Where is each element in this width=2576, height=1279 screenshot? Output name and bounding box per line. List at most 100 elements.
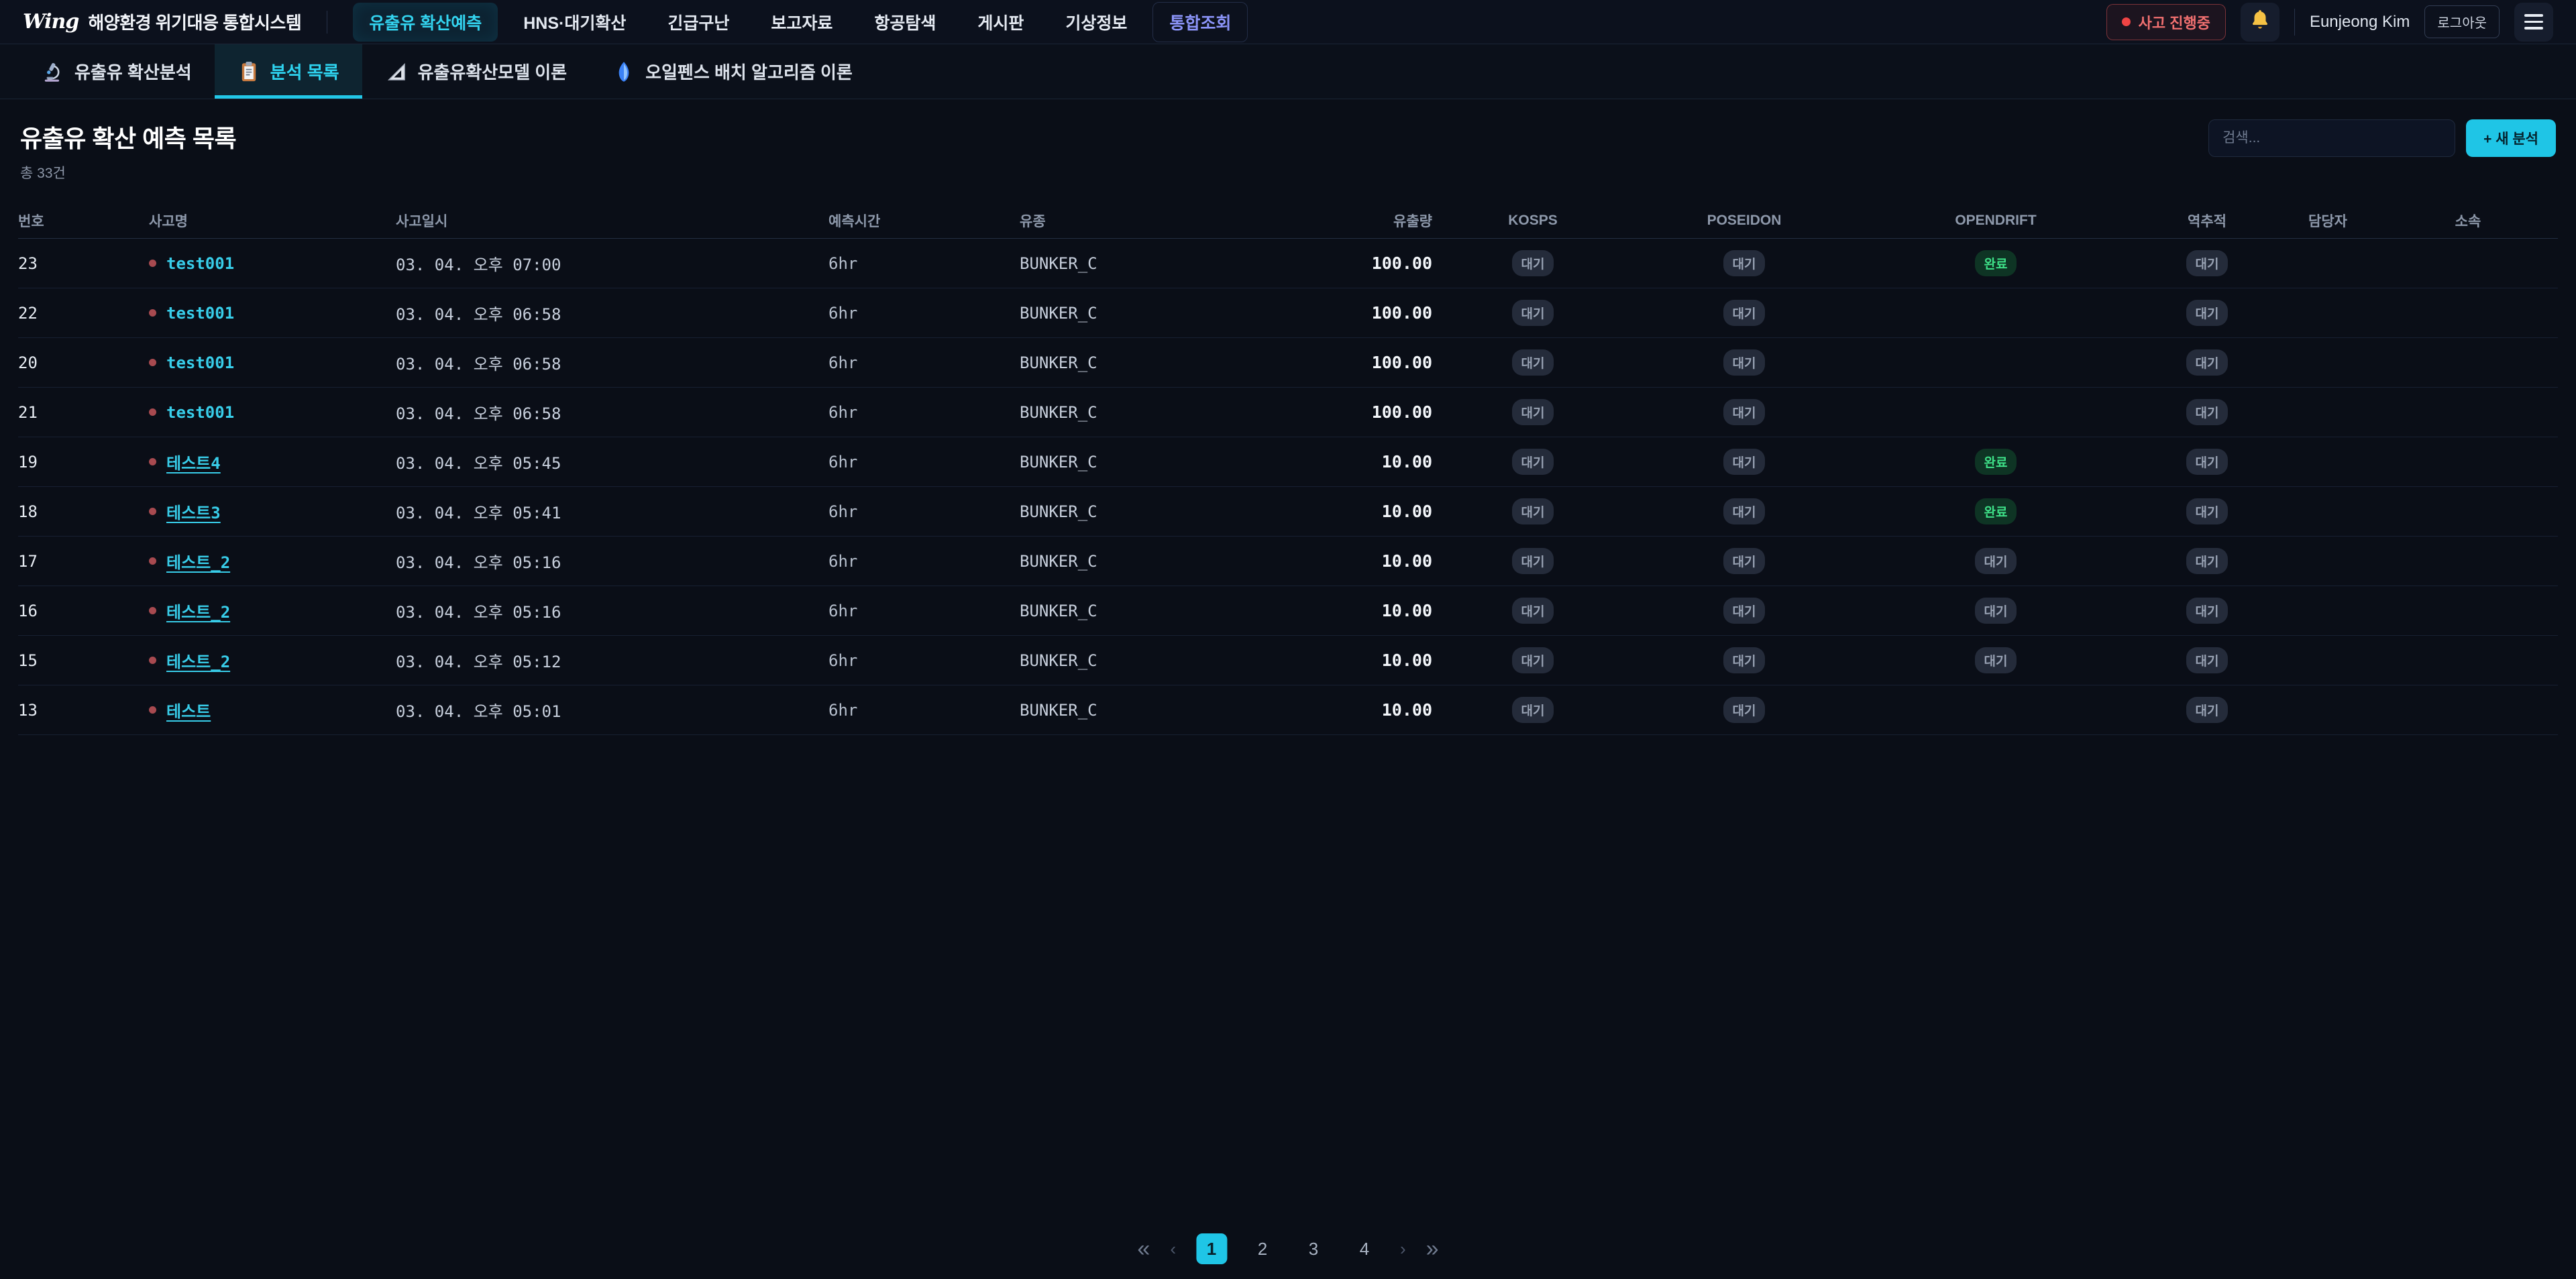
incident-name-link[interactable]: 테스트 — [166, 698, 211, 722]
forecast-duration: 6hr — [828, 353, 1020, 372]
status-badge-poseidon: 대기 — [1723, 300, 1766, 326]
status-badge-kosps: 대기 — [1512, 250, 1554, 276]
incident-datetime: 03. 04. 오후 06:58 — [396, 400, 828, 424]
nav-item-7[interactable]: 통합조회 — [1152, 2, 1248, 42]
tab-1[interactable]: 분석 목록 — [215, 44, 362, 99]
cell-kosps: 대기 — [1432, 498, 1633, 524]
status-badge-backtrack: 대기 — [2186, 647, 2229, 673]
table-row: 16테스트_203. 04. 오후 05:166hrBUNKER_C10.00대… — [18, 586, 2558, 636]
nav-item-4[interactable]: 항공탐색 — [858, 3, 952, 42]
incident-datetime: 03. 04. 오후 05:12 — [396, 649, 828, 672]
cell-backtrack: 대기 — [2137, 349, 2277, 376]
status-badge-backtrack: 대기 — [2186, 548, 2229, 574]
cell-incident-name: 테스트3 — [149, 500, 396, 523]
page-number-1[interactable]: 1 — [1196, 1233, 1227, 1264]
cell-incident-name: test001 — [149, 403, 396, 422]
cell-kosps: 대기 — [1432, 300, 1633, 326]
app-logo: Wing 해양환경 위기대응 통합시스템 — [23, 9, 301, 34]
status-badge-backtrack: 대기 — [2186, 399, 2229, 425]
incident-name-link[interactable]: 테스트_2 — [166, 599, 230, 622]
nav-item-0[interactable]: 유출유 확산예측 — [353, 3, 498, 42]
incident-name-link[interactable]: test001 — [166, 304, 234, 323]
nav-item-6[interactable]: 기상정보 — [1049, 3, 1143, 42]
new-analysis-button[interactable]: + 새 분석 — [2466, 119, 2556, 157]
row-number: 19 — [18, 453, 149, 471]
forecast-duration: 6hr — [828, 502, 1020, 521]
status-badge-opendrift: 대기 — [1975, 647, 2017, 673]
incident-dot-icon — [149, 557, 156, 565]
forecast-duration: 6hr — [828, 602, 1020, 620]
status-badge-poseidon: 대기 — [1723, 647, 1766, 673]
menu-button[interactable] — [2514, 3, 2553, 42]
nav-item-2[interactable]: 긴급구난 — [651, 3, 745, 42]
header-no: 번호 — [18, 211, 149, 231]
incident-dot-icon — [2122, 17, 2131, 26]
incident-dot-icon — [149, 607, 156, 614]
row-number: 16 — [18, 602, 149, 620]
incident-datetime: 03. 04. 오후 06:58 — [396, 301, 828, 325]
page-header: 유출유 확산 예측 목록 총 33건 + 새 분석 — [0, 99, 2576, 182]
notification-bell-button[interactable] — [2241, 3, 2279, 42]
tab-2[interactable]: 유출유확산모델 이론 — [362, 44, 590, 99]
cell-opendrift: 대기 — [1855, 647, 2137, 673]
page-title-block: 유출유 확산 예측 목록 총 33건 — [20, 119, 236, 182]
incident-name-link[interactable]: 테스트_2 — [166, 549, 230, 573]
table-row: 13테스트03. 04. 오후 05:016hrBUNKER_C10.00대기대… — [18, 685, 2558, 735]
table-header-row: 번호사고명사고일시예측시간유종유출량KOSPSPOSEIDONOPENDRIFT… — [18, 203, 2558, 239]
incident-dot-icon — [149, 657, 156, 664]
incident-name-link[interactable]: 테스트_2 — [166, 649, 230, 672]
oil-type: BUNKER_C — [1020, 651, 1325, 670]
incident-name-link[interactable]: test001 — [166, 353, 234, 372]
incident-datetime: 03. 04. 오후 05:45 — [396, 450, 828, 474]
page-last-button[interactable]: » — [1426, 1237, 1439, 1260]
cell-backtrack: 대기 — [2137, 548, 2277, 574]
incident-name-link[interactable]: 테스트3 — [166, 500, 221, 523]
microscope-icon — [42, 60, 64, 83]
logo-wing-mark: Wing — [23, 10, 78, 34]
cell-kosps: 대기 — [1432, 598, 1633, 624]
page-prev-button[interactable]: ‹ — [1170, 1240, 1176, 1258]
cell-poseidon: 대기 — [1633, 399, 1855, 425]
spill-amount: 100.00 — [1325, 353, 1432, 372]
tab-3[interactable]: 오일펜스 배치 알고리즘 이론 — [590, 44, 875, 99]
status-badge-kosps: 대기 — [1512, 598, 1554, 624]
tab-0[interactable]: 유출유 확산분석 — [19, 44, 215, 99]
incident-name-link[interactable]: test001 — [166, 403, 234, 422]
page-number-3[interactable]: 3 — [1298, 1233, 1329, 1264]
header-datetime: 사고일시 — [396, 211, 828, 231]
search-input[interactable] — [2208, 119, 2455, 157]
nav-item-3[interactable]: 보고자료 — [755, 3, 849, 42]
incident-status-badge[interactable]: 사고 진행중 — [2106, 4, 2226, 40]
cell-opendrift: 완료 — [1855, 250, 2137, 276]
top-navbar: Wing 해양환경 위기대응 통합시스템 유출유 확산예측HNS·대기확산긴급구… — [0, 0, 2576, 44]
page-first-button[interactable]: « — [1137, 1237, 1150, 1260]
logout-button[interactable]: 로그아웃 — [2424, 5, 2500, 38]
status-badge-kosps: 대기 — [1512, 399, 1554, 425]
nav-item-5[interactable]: 게시판 — [961, 3, 1040, 42]
status-badge-poseidon: 대기 — [1723, 399, 1766, 425]
row-number: 18 — [18, 502, 149, 521]
incident-name-link[interactable]: 테스트4 — [166, 450, 221, 474]
shield-icon — [612, 60, 635, 83]
cell-incident-name: 테스트4 — [149, 450, 396, 474]
navbar-right: 사고 진행중 Eunjeong Kim 로그아웃 — [2106, 3, 2553, 42]
cell-kosps: 대기 — [1432, 349, 1633, 376]
nav-item-1[interactable]: HNS·대기확산 — [507, 3, 642, 42]
forecast-duration: 6hr — [828, 304, 1020, 323]
incident-name-link[interactable]: test001 — [166, 254, 234, 273]
incident-dot-icon — [149, 408, 156, 416]
page-number-2[interactable]: 2 — [1247, 1233, 1278, 1264]
forecast-duration: 6hr — [828, 453, 1020, 471]
cell-backtrack: 대기 — [2137, 647, 2277, 673]
cell-incident-name: test001 — [149, 353, 396, 372]
spill-amount: 10.00 — [1325, 551, 1432, 571]
cell-backtrack: 대기 — [2137, 399, 2277, 425]
forecast-duration: 6hr — [828, 701, 1020, 720]
page-next-button[interactable]: › — [1400, 1240, 1406, 1258]
page-number-4[interactable]: 4 — [1349, 1233, 1380, 1264]
status-badge-backtrack: 대기 — [2186, 250, 2229, 276]
tab-label: 유출유확산모델 이론 — [418, 59, 568, 84]
cell-incident-name: 테스트_2 — [149, 599, 396, 622]
forecast-table: 번호사고명사고일시예측시간유종유출량KOSPSPOSEIDONOPENDRIFT… — [0, 203, 2576, 735]
status-badge-opendrift: 완료 — [1975, 449, 2017, 475]
